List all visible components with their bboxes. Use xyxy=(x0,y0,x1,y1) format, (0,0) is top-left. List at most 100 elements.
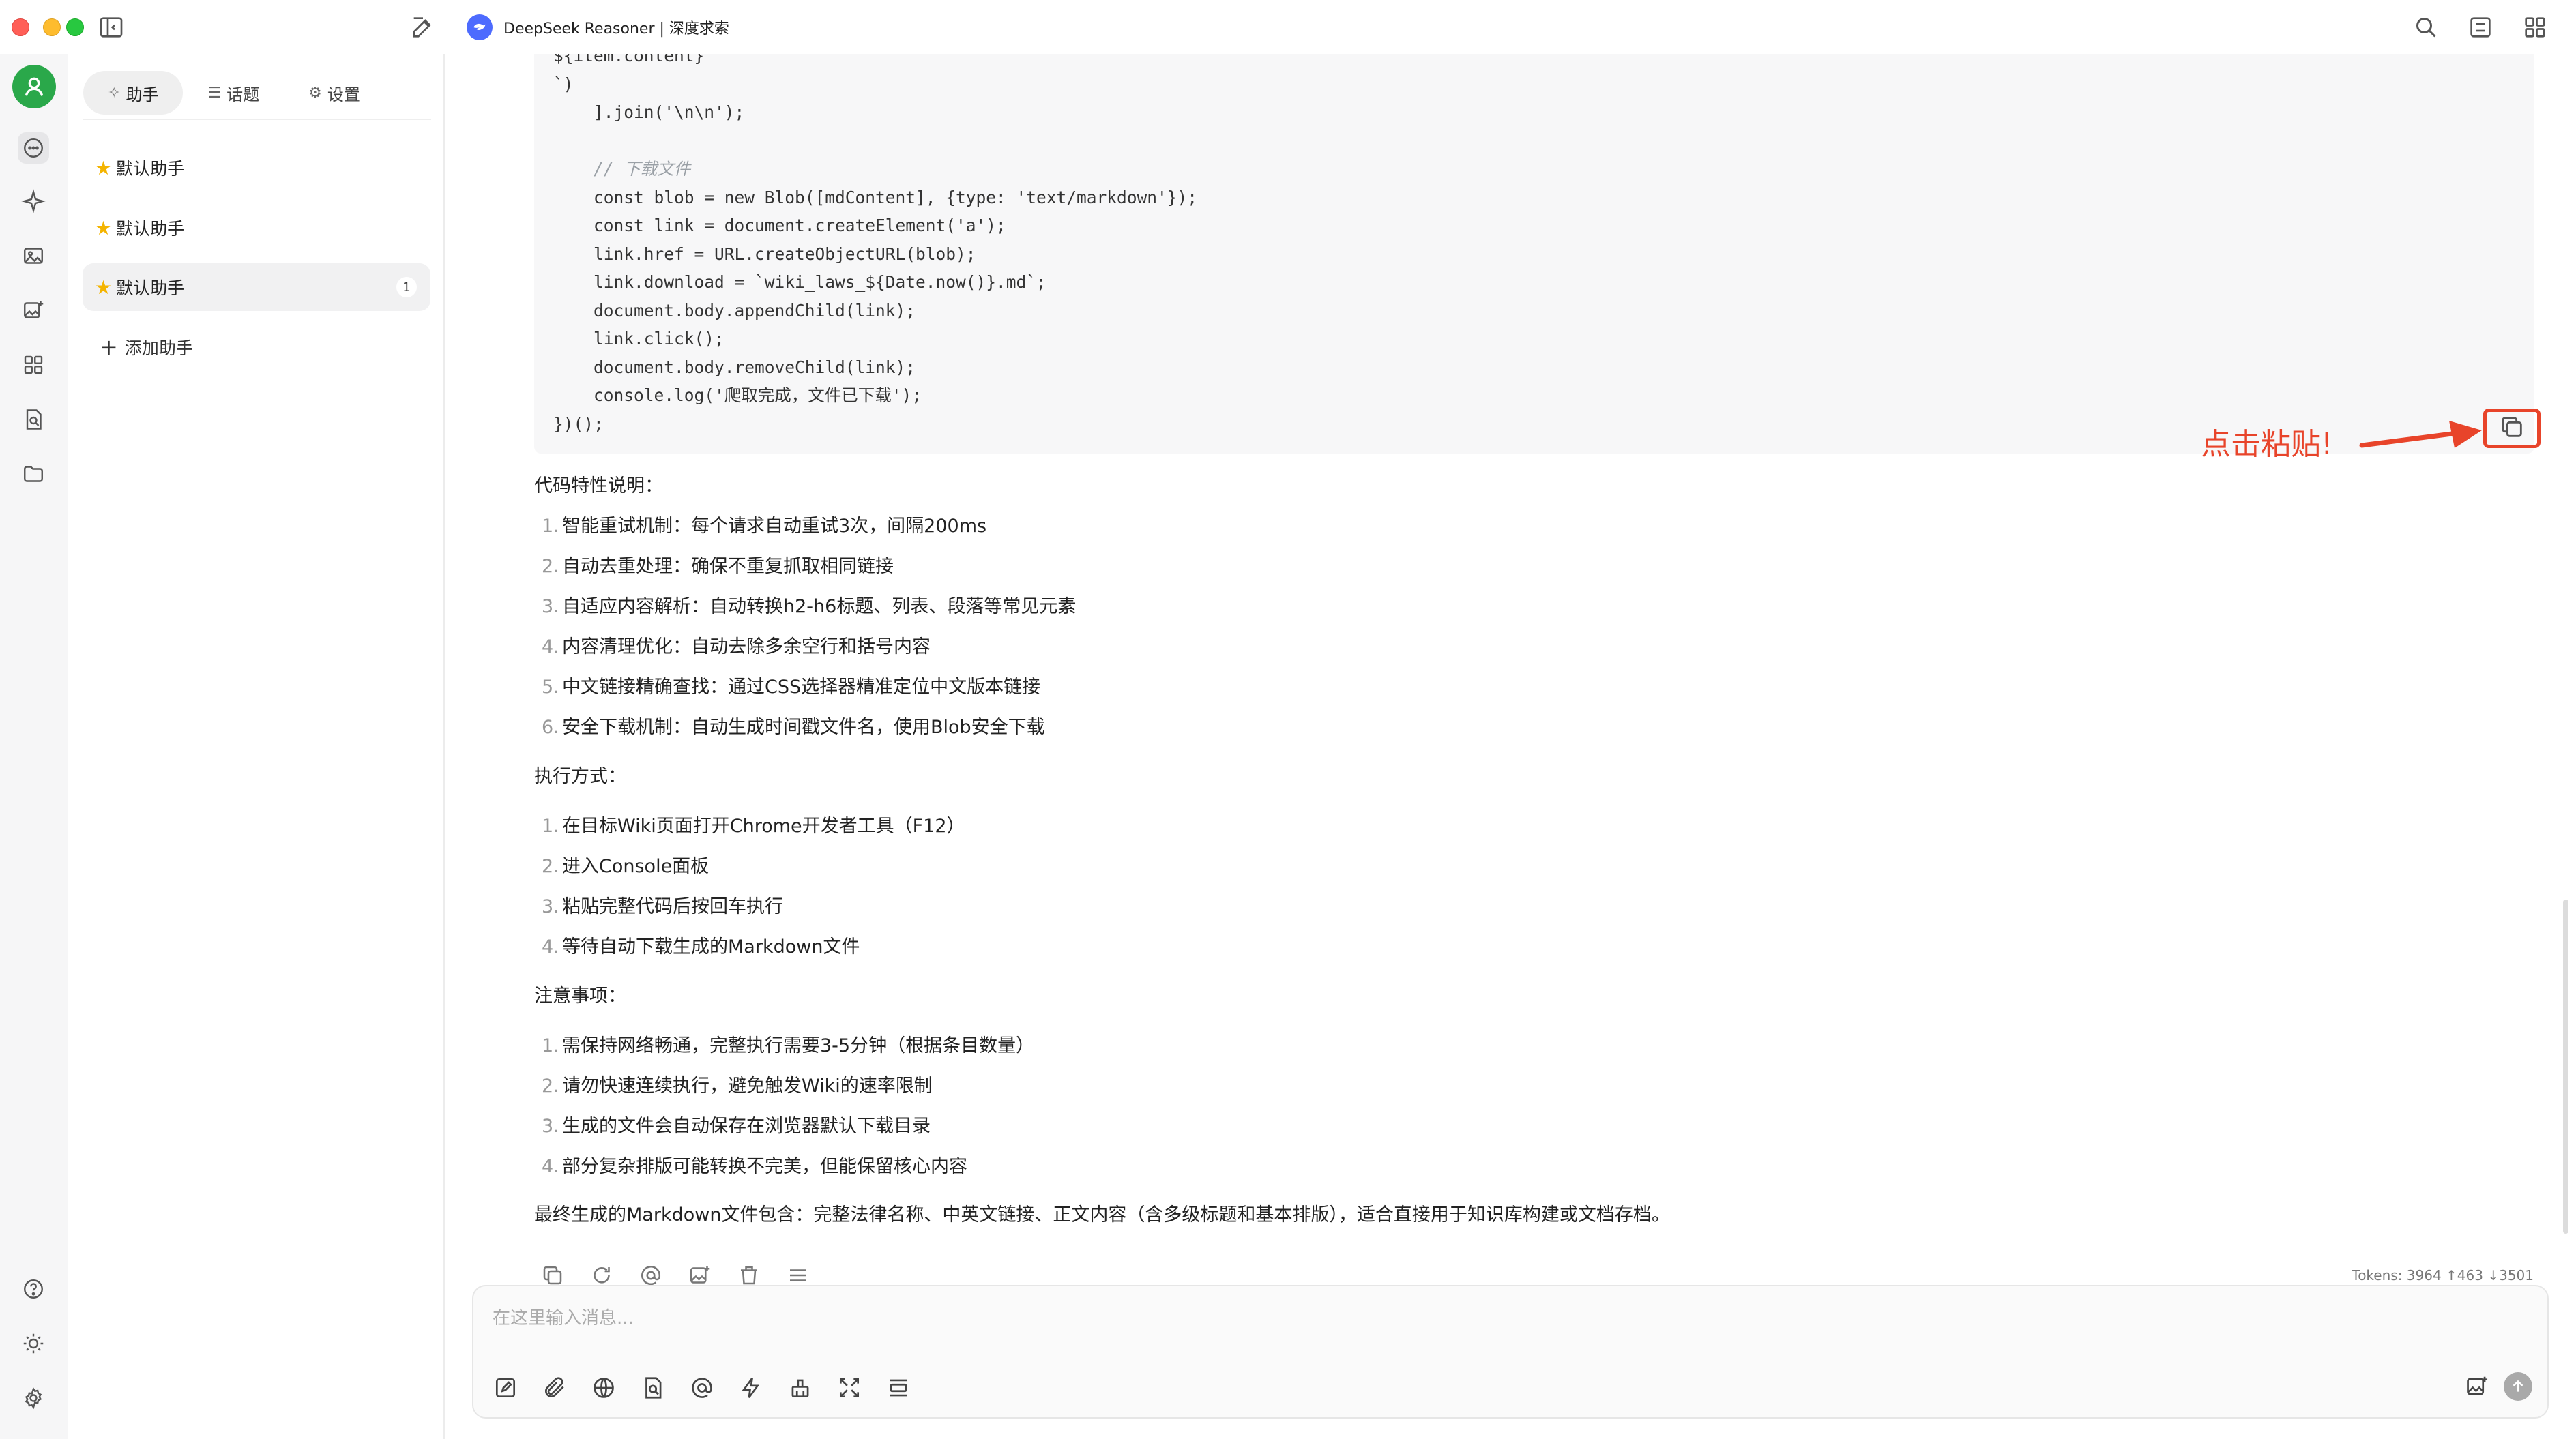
list-item: 3. 生成的文件会自动保存在浏览器默认下载目录 xyxy=(542,1116,931,1137)
deepseek-logo-icon xyxy=(467,14,493,40)
new-topic-icon[interactable] xyxy=(409,14,437,41)
topic-count-badge: 1 xyxy=(396,277,417,297)
summary-text: 最终生成的Markdown文件包含：完整法律名称、中英文链接、正文内容（含多级标… xyxy=(534,1204,1670,1226)
assistant-label: 默认助手 xyxy=(116,278,185,298)
menu-icon[interactable] xyxy=(786,1263,810,1288)
assistant-item[interactable]: ★ 默认助手 xyxy=(83,144,430,192)
list-item: 2. 自动去重处理：确保不重复抓取相同链接 xyxy=(542,556,894,577)
star-icon: ★ xyxy=(95,156,113,179)
image-export-icon[interactable] xyxy=(688,1263,712,1288)
agents-sparkle-icon[interactable] xyxy=(18,186,49,217)
image-generate-icon[interactable] xyxy=(18,295,49,326)
list-item: 3. 自适应内容解析：自动转换h2-h6标题、列表、段落等常见元素 xyxy=(542,596,1077,617)
tab-settings[interactable]: ⚙ 设置 xyxy=(284,71,385,115)
new-topic-icon[interactable] xyxy=(493,1375,518,1401)
tab-topics[interactable]: ☰ 话题 xyxy=(183,71,284,115)
assistant-item-active[interactable]: ★ 默认助手 1 xyxy=(83,263,430,311)
send-button[interactable] xyxy=(2504,1372,2532,1401)
list-item: 3. 粘贴完整代码后按回车执行 xyxy=(542,896,783,917)
code-line: `) xyxy=(553,74,574,94)
notes-title: 注意事项： xyxy=(534,985,626,1007)
tab-assistants[interactable]: ✧ 助手 xyxy=(83,71,184,115)
panel-tabs: ✧ 助手 ☰ 话题 ⚙ 设置 xyxy=(83,67,431,120)
annotation-arrow-icon xyxy=(2359,421,2482,448)
code-line: const link = document.createElement('a')… xyxy=(553,216,1006,235)
left-rail xyxy=(0,54,68,1439)
list-item: 2. 请勿快速连续执行，避免触发Wiki的速率限制 xyxy=(542,1075,933,1097)
image-icon[interactable] xyxy=(18,240,49,271)
assistant-label: 默认助手 xyxy=(116,219,185,239)
annotation-label: 点击粘贴! xyxy=(2201,427,2333,462)
code-content[interactable]: ${item.content} `) ].join('\n\n'); // 下载… xyxy=(553,54,1197,438)
sidebar-toggle-icon[interactable] xyxy=(98,14,125,41)
chat-icon[interactable] xyxy=(18,132,49,164)
knowledge-base-icon[interactable] xyxy=(640,1375,666,1401)
user-avatar[interactable] xyxy=(12,65,56,108)
mini-apps-icon[interactable] xyxy=(18,349,49,381)
attachment-icon[interactable] xyxy=(542,1375,568,1401)
add-assistant-button[interactable]: + 添加助手 xyxy=(100,327,193,368)
window-zoom-button[interactable] xyxy=(66,18,84,36)
settings-gear-icon[interactable] xyxy=(18,1382,49,1414)
window-minimize-button[interactable] xyxy=(43,18,61,36)
list-item: 4. 部分复杂排版可能转换不完美，但能保留核心内容 xyxy=(542,1156,967,1177)
model-name: DeepSeek Reasoner | 深度求索 xyxy=(503,20,729,38)
code-block: ${item.content} `) ].join('\n\n'); // 下载… xyxy=(534,54,2534,454)
code-line: link.href = URL.createObjectURL(blob); xyxy=(553,243,976,264)
gear-icon: ⚙ xyxy=(308,84,322,102)
topic-layout-icon[interactable] xyxy=(2467,14,2494,41)
web-search-globe-icon[interactable] xyxy=(591,1375,617,1401)
list-item: 4. 等待自动下载生成的Markdown文件 xyxy=(542,936,860,958)
tab-label: 设置 xyxy=(327,85,360,104)
help-icon[interactable] xyxy=(18,1273,49,1305)
knowledge-base-icon[interactable] xyxy=(18,404,49,435)
arrow-up-icon xyxy=(2513,1380,2523,1392)
code-line: link.click(); xyxy=(553,329,724,348)
context-collapse-icon[interactable] xyxy=(886,1375,911,1401)
plus-icon: + xyxy=(100,334,118,360)
mention-model-icon[interactable] xyxy=(689,1375,715,1401)
assistant-label: 默认助手 xyxy=(116,159,185,179)
code-line: ${item.content} xyxy=(553,54,705,65)
list-item: 1. 需保持网络畅通，完整执行需要3-5分钟（根据条目数量） xyxy=(542,1035,1035,1056)
token-count: Tokens: 3964 ↑463 ↓3501 xyxy=(2352,1267,2534,1284)
apps-grid-icon[interactable] xyxy=(2521,14,2549,41)
window-close-button[interactable] xyxy=(12,18,29,36)
list-item: 1. 在目标Wiki页面打开Chrome开发者工具（F12） xyxy=(542,816,965,837)
expand-icon[interactable] xyxy=(836,1375,862,1401)
assistant-panel: ✧ 助手 ☰ 话题 ⚙ 设置 ★ 默认助手 ★ 默认助手 ★ 默认助手 1 + … xyxy=(68,54,445,1439)
star-icon: ★ xyxy=(95,276,113,299)
delete-icon[interactable] xyxy=(737,1263,761,1288)
exec-title: 执行方式： xyxy=(534,766,626,787)
add-assistant-label: 添加助手 xyxy=(124,338,193,358)
folder-icon[interactable] xyxy=(18,458,49,490)
code-line: console.log('爬取完成，文件已下载'); xyxy=(553,385,922,405)
input-toolbar xyxy=(493,1374,935,1402)
search-icon[interactable] xyxy=(2412,14,2440,41)
copy-icon[interactable] xyxy=(540,1263,565,1288)
tab-label: 助手 xyxy=(126,85,159,104)
tab-label: 话题 xyxy=(226,85,260,104)
sparkle-icon: ✧ xyxy=(108,84,121,102)
list-item: 4. 内容清理优化：自动去除多余空行和括号内容 xyxy=(542,636,931,657)
image-attach-icon[interactable] xyxy=(2464,1374,2490,1399)
chat-scrollbar[interactable] xyxy=(2563,900,2568,1234)
star-icon: ★ xyxy=(95,216,113,239)
list-item: 2. 进入Console面板 xyxy=(542,856,709,877)
list-item: 6. 安全下载机制：自动生成时间戳文件名，使用Blob安全下载 xyxy=(542,717,1045,738)
list-item: 5. 中文链接精确查找：通过CSS选择器精准定位中文版本链接 xyxy=(542,677,1041,698)
code-line: // 下载文件 xyxy=(553,159,691,179)
code-line: const blob = new Blob([mdContent], {type… xyxy=(553,187,1198,207)
code-line: document.body.removeChild(link); xyxy=(553,357,916,377)
message-input-box xyxy=(472,1285,2549,1419)
regenerate-icon[interactable] xyxy=(589,1263,614,1288)
assistant-item[interactable]: ★ 默认助手 xyxy=(83,204,430,252)
list-item: 1. 智能重试机制：每个请求自动重试3次，间隔200ms xyxy=(542,516,987,537)
model-selector[interactable]: DeepSeek Reasoner | 深度求索 xyxy=(467,14,729,41)
quick-phrase-bolt-icon[interactable] xyxy=(738,1375,764,1401)
mention-icon[interactable] xyxy=(639,1263,663,1288)
clear-broom-icon[interactable] xyxy=(787,1375,813,1401)
list-icon: ☰ xyxy=(207,84,222,102)
message-input[interactable] xyxy=(493,1301,2526,1335)
theme-sun-icon[interactable] xyxy=(18,1328,49,1359)
